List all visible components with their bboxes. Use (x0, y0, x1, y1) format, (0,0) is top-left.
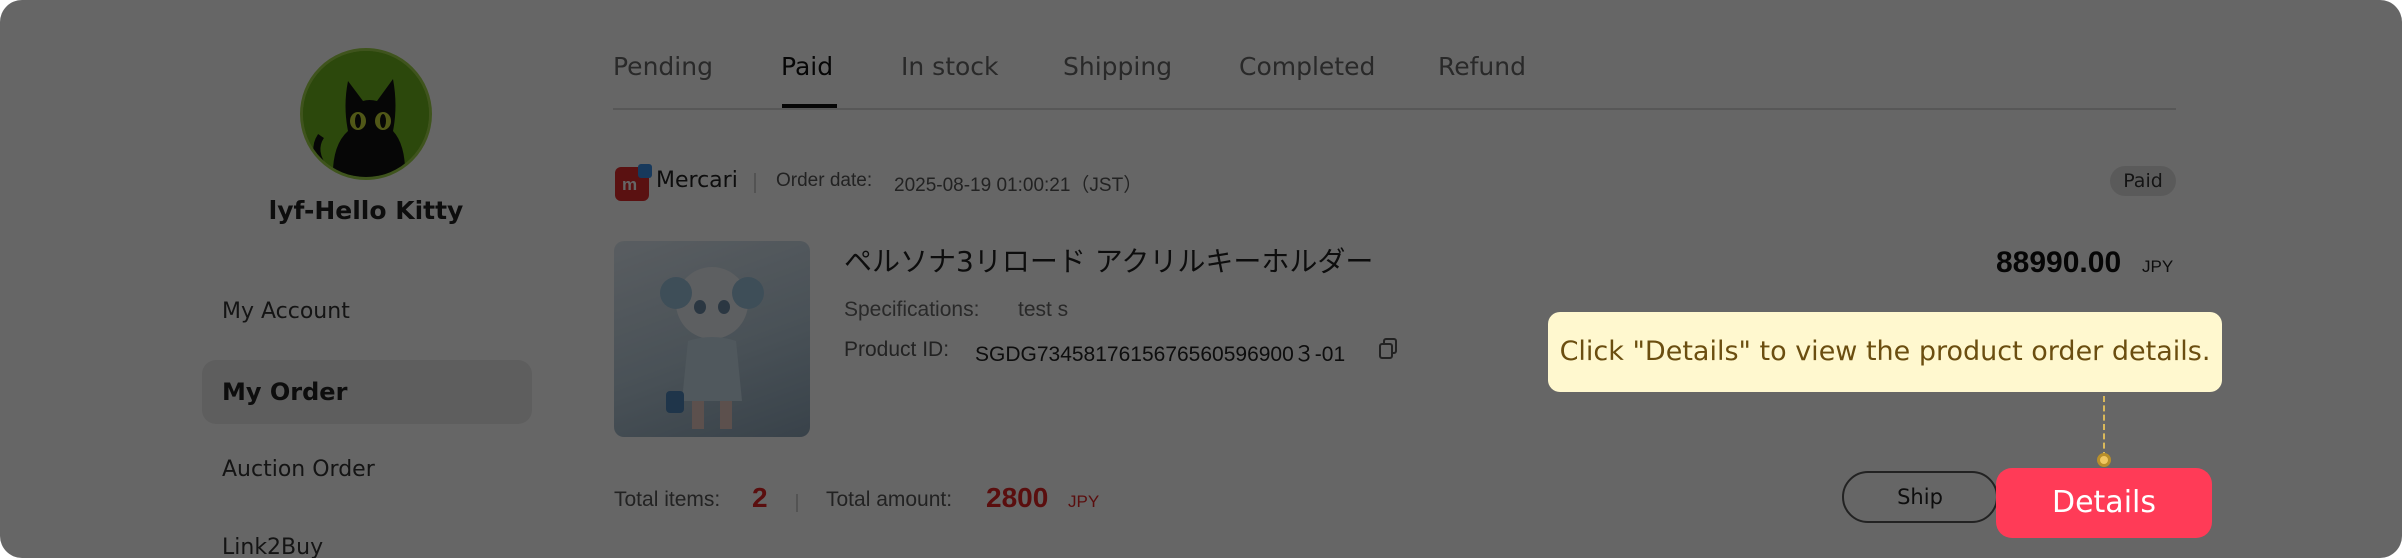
product-title[interactable]: ペルソナ3リロード アクリルキーホルダー (844, 240, 1373, 280)
details-button[interactable]: Details (1996, 468, 2212, 538)
total-items-label: Total items: (614, 488, 721, 511)
item-price-currency: JPY (2142, 257, 2174, 276)
order-date-value: 2025-08-19 01:00:21（JST） (894, 175, 1143, 196)
username: lyf-Hello Kitty (268, 196, 464, 225)
order-status-tabs: Pending Paid In stock Shipping Completed… (613, 40, 2176, 110)
tooltip-connector-line (2103, 396, 2105, 458)
specifications-label: Specifications: (844, 298, 980, 321)
order-date-label: Order date: (776, 170, 873, 191)
total-amount-currency: JPY (1068, 492, 1100, 511)
total-amount-label: Total amount: (826, 488, 953, 511)
tooltip-anchor-dot (2097, 453, 2111, 467)
guide-tooltip: Click "Details" to view the product orde… (1548, 312, 2222, 392)
tab-pending[interactable]: Pending (613, 52, 713, 81)
divider (796, 494, 798, 512)
avatar[interactable] (300, 48, 432, 180)
sidebar-item-my-order[interactable]: My Order (202, 360, 532, 424)
figure-toy-icon (660, 267, 764, 429)
tab-paid[interactable]: Paid (781, 52, 833, 81)
mercari-logo-icon: m (615, 164, 652, 201)
divider (754, 173, 756, 193)
copy-icon[interactable] (1378, 338, 1398, 360)
store-name: Mercari (656, 168, 738, 193)
ship-button[interactable]: Ship (1842, 471, 1998, 523)
total-items-value: 2 (752, 482, 768, 513)
product-id-label: Product ID: (844, 338, 950, 361)
tab-in-stock[interactable]: In stock (901, 52, 999, 81)
tab-shipping[interactable]: Shipping (1063, 52, 1172, 81)
order-page: lyf-Hello Kitty My Account My Order Auct… (0, 0, 2402, 558)
status-badge: Paid (2110, 166, 2176, 196)
specifications-value: test s (1018, 298, 1069, 321)
tab-completed[interactable]: Completed (1239, 52, 1375, 81)
product-id-value: SGDG7345817615676560596900３-01 (975, 343, 1346, 366)
sidebar-item-link2buy[interactable]: Link2Buy (202, 516, 532, 558)
product-image[interactable] (614, 241, 810, 437)
tab-refund[interactable]: Refund (1438, 52, 1526, 81)
item-price: 88990.00 (1996, 246, 2122, 279)
sidebar-item-auction-order[interactable]: Auction Order (202, 438, 532, 502)
sidebar-item-my-account[interactable]: My Account (202, 280, 532, 344)
active-tab-indicator (782, 104, 837, 108)
black-cat-avatar-icon (303, 51, 429, 177)
total-amount-value: 2800 (986, 482, 1049, 513)
